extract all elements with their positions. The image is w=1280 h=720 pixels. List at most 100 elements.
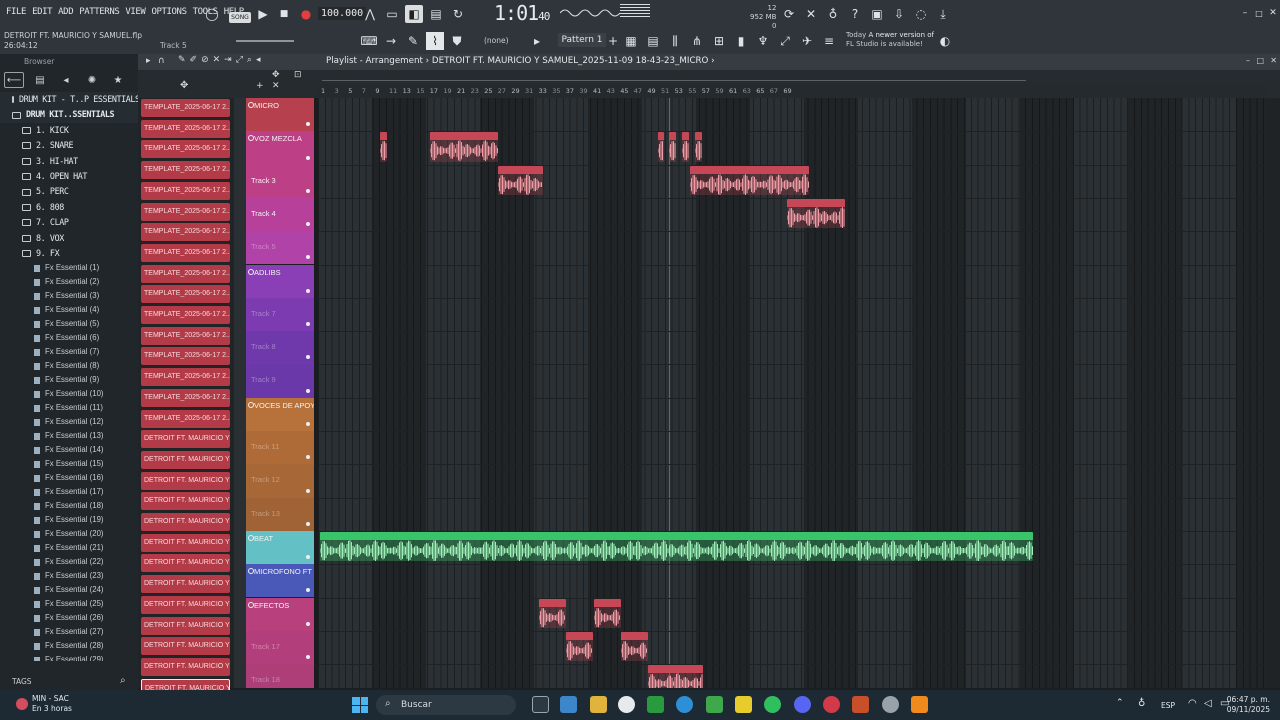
clip-source-button[interactable]: TEMPLATE_2025-06-17 2... <box>141 264 230 283</box>
undo-history-icon[interactable]: ⟳ <box>780 5 798 23</box>
song-mode-button[interactable]: SONG <box>229 12 251 23</box>
taskbar-search[interactable]: Buscar <box>376 695 516 715</box>
track-header[interactable]: Track 7 <box>246 297 314 332</box>
browser-file[interactable]: Fx Essential (2) <box>0 275 138 289</box>
track-header[interactable]: Track 18 <box>246 664 314 688</box>
clip-source-button[interactable]: TEMPLATE_2025-06-17 2... <box>141 388 230 407</box>
vocal-audio-clip[interactable] <box>695 132 702 162</box>
browser-file[interactable]: Fx Essential (28) <box>0 639 138 653</box>
master-volume-slider[interactable] <box>236 40 294 42</box>
arrangement-grid[interactable]: TEMPLATE..._MICRO TEMPL...CRO DETROIT FT. … <box>318 98 1268 688</box>
menu-edit[interactable]: EDIT <box>32 7 52 17</box>
clip-source-button[interactable]: TEMPLATE_2025-06-17 2... <box>141 347 230 366</box>
browser-folder[interactable]: 7. CLAP <box>0 215 138 230</box>
weather-icon[interactable] <box>16 698 28 710</box>
menu-options[interactable]: OPTIONS <box>151 7 187 17</box>
vocal-audio-clip[interactable]: TE...O <box>621 631 648 662</box>
track-mute-led[interactable] <box>306 355 310 360</box>
clip-source-button[interactable]: TEMPLATE_2025-06-17 2... <box>141 99 230 117</box>
opera-icon[interactable] <box>823 696 840 713</box>
move-icon[interactable]: ✥ <box>180 80 188 91</box>
task-view-icon[interactable] <box>532 696 549 713</box>
channel-rack-icon[interactable]: ▤ <box>644 32 662 50</box>
browser-file[interactable]: Fx Essential (24) <box>0 583 138 597</box>
vocal-audio-clip[interactable]: TE...O <box>594 598 621 628</box>
browser-folder[interactable]: 6. 808 <box>0 200 138 215</box>
browser-folder[interactable]: 8. VOX <box>0 231 138 246</box>
add-pattern-icon[interactable]: + <box>604 32 622 50</box>
browser-file[interactable]: Fx Essential (9) <box>0 373 138 387</box>
clip-source-button[interactable]: DETROIT FT. MAURICIO Y S... <box>141 492 230 511</box>
playlist-icon[interactable]: ▦ <box>622 32 640 50</box>
discord-icon[interactable] <box>794 696 811 713</box>
browser-settings-icon[interactable]: ✺ <box>82 72 102 88</box>
taskbar-clock[interactable]: 06:47 p. m. 09/11/2025 <box>1227 695 1270 715</box>
add-track-icon[interactable]: + <box>256 81 264 91</box>
clip-source-button[interactable]: DETROIT FT. MAURICIO Y S... <box>141 430 230 449</box>
pattern-song-toggle-icon[interactable]: ◯ <box>203 5 221 23</box>
clip-source-button[interactable]: TEMPLATE_2025-06-17 2... <box>141 243 230 262</box>
weather-widget[interactable]: MIN - SAC En 3 horas <box>32 694 72 714</box>
track-header[interactable]: Track 4 <box>246 197 314 232</box>
store-icon[interactable] <box>560 696 577 713</box>
xbox-game-icon[interactable] <box>647 696 664 713</box>
clip-source-button[interactable]: TEMPLATE_2025-06-17 2... <box>141 202 230 221</box>
clip-source-button[interactable]: TEMPLATE_2025-06-17 2... <box>141 161 230 180</box>
browser-file[interactable]: Fx Essential (20) <box>0 527 138 541</box>
browser-file[interactable]: Fx Essential (4) <box>0 303 138 317</box>
browser-file[interactable]: Fx Essential (21) <box>0 541 138 555</box>
playlist-minimize-icon[interactable]: – <box>1246 56 1250 65</box>
browser-folder[interactable]: 2. SNARE <box>0 138 138 153</box>
track-mute-led[interactable] <box>306 555 310 560</box>
menu-patterns[interactable]: PATTERNS <box>79 7 120 17</box>
vertical-scrollbar[interactable] <box>1268 98 1280 688</box>
render-icon[interactable]: ⇩ <box>890 5 908 23</box>
browser-file[interactable]: Fx Essential (18) <box>0 499 138 513</box>
track-header[interactable]: MICROFONO FT <box>246 564 314 598</box>
browser-file[interactable]: Fx Essential (29) <box>0 653 138 662</box>
track-mute-led[interactable] <box>306 588 310 593</box>
vocal-audio-clip[interactable] <box>669 132 676 162</box>
browser-file[interactable]: Fx Essential (10) <box>0 387 138 401</box>
track-header[interactable]: VOCES DE APOYO <box>246 397 314 431</box>
track-header[interactable]: Track 8 <box>246 331 314 365</box>
stamp-icon[interactable]: ⛊ <box>448 32 466 50</box>
online-icon[interactable]: ◐ <box>936 32 954 50</box>
vocal-audio-clip[interactable]: DETROIT FT. MA...09 18-42-30_MICRO <box>690 165 809 195</box>
clip-source-button[interactable]: TEMPLATE_2025-06-17 2... <box>141 119 230 138</box>
plugin-database-icon[interactable]: ▮ <box>732 32 750 50</box>
save-icon[interactable]: ▣ <box>868 5 886 23</box>
link-icon[interactable]: ⌇ <box>426 32 444 50</box>
track-header[interactable]: Track 13 <box>246 497 314 531</box>
arrangement-arrow-icon[interactable]: › <box>711 56 714 66</box>
menu-file[interactable]: FILE <box>6 7 26 17</box>
browser-folder[interactable]: 4. OPEN HAT <box>0 169 138 184</box>
arrangement-name[interactable]: DETROIT FT. MAURICIO Y SAMUEL_2025-11-09… <box>432 56 709 66</box>
clip-source-button[interactable]: DETROIT FT. MAURICIO Y S... <box>141 450 230 469</box>
browser-file[interactable]: Fx Essential (14) <box>0 443 138 457</box>
vocal-audio-clip[interactable]: TE...O <box>539 598 566 628</box>
track-mute-led[interactable] <box>306 621 310 626</box>
track-mute-led[interactable] <box>306 155 310 160</box>
playlist-maximize-icon[interactable]: □ <box>1256 56 1264 65</box>
clip-source-button[interactable]: TEMPLATE_2025-06-17 2... <box>141 285 230 304</box>
track-mute-led[interactable] <box>306 655 310 660</box>
track-mute-led[interactable] <box>306 222 310 227</box>
clip-source-button[interactable]: DETROIT FT. MAURICIO Y S... <box>141 471 230 490</box>
pencil-icon[interactable]: ✎ <box>404 32 422 50</box>
obs-icon[interactable] <box>882 696 899 713</box>
track-header[interactable]: EFECTOS <box>246 597 314 631</box>
remove-track-icon[interactable]: ✕ <box>272 81 280 91</box>
track-mute-led[interactable] <box>306 455 310 460</box>
track-mute-led[interactable] <box>306 322 310 327</box>
group-icon[interactable]: ⊡ <box>294 70 302 80</box>
clip-source-button[interactable]: DETROIT FT. MAURICIO Y S... <box>141 657 230 676</box>
capcut-icon[interactable] <box>618 696 635 713</box>
browser-file[interactable]: Fx Essential (12) <box>0 415 138 429</box>
beat-audio-clip[interactable]: [FREE] Clarent Type Beat - Honey Sauz Tr… <box>320 531 1033 562</box>
browser-folder[interactable]: 3. HI-HAT <box>0 154 138 169</box>
track-mute-led[interactable] <box>306 188 310 193</box>
mic-icon[interactable]: ♁ <box>824 5 842 23</box>
browser-file[interactable]: Fx Essential (6) <box>0 331 138 345</box>
edge-icon[interactable] <box>676 696 693 713</box>
